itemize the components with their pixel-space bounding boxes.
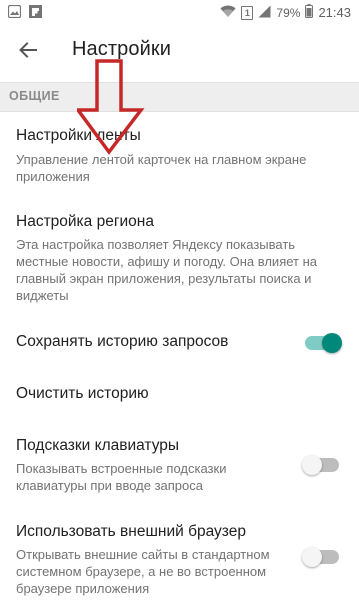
setting-clear-history-title: Очистить историю [16,385,149,402]
toggle-knob [302,547,322,567]
section-header-general: ОБЩИЕ [0,82,359,112]
setting-region-title: Настройка региона [16,213,154,230]
setting-external-browser-title: Использовать внешний браузер [16,523,246,540]
setting-external-browser-subtitle: Открывать внешние сайты в стандартном си… [16,547,270,596]
flipboard-icon [29,5,42,21]
setting-keyboard-suggestions-title: Подсказки клавиатуры [16,437,180,454]
battery-percent: 79% [276,5,301,20]
setting-clear-history[interactable]: Очистить историю [0,372,359,418]
setting-feed[interactable]: Настройки ленты Управление лентой карточ… [0,112,359,192]
setting-feed-subtitle: Управление лентой карточек на главном эк… [16,152,307,184]
image-notification-icon [7,4,22,21]
setting-save-history[interactable]: Сохранять историю запросов [0,318,359,368]
setting-save-history-title: Сохранять историю запросов [16,333,229,350]
setting-external-browser[interactable]: Использовать внешний браузер Открывать в… [0,512,359,600]
setting-keyboard-suggestions-subtitle: Показывать встроенные подсказки клавиату… [16,461,227,493]
back-button[interactable] [8,32,48,72]
toggle-knob [322,333,342,353]
clock: 21:43 [318,5,351,20]
battery-icon [305,4,314,21]
settings-screen: 1 79% 21:43 Настройки ОБЩИЕ Настройки ле… [0,0,359,600]
save-history-toggle[interactable] [305,333,342,353]
page-title: Настройки [72,38,171,60]
status-bar: 1 79% 21:43 [0,0,359,24]
setting-keyboard-suggestions[interactable]: Подсказки клавиатуры Показывать встроенн… [0,425,359,505]
toggle-knob [302,455,322,475]
keyboard-suggestions-toggle[interactable] [302,455,339,475]
section-header-label: ОБЩИЕ [9,89,60,103]
setting-region-subtitle: Эта настройка позволяет Яндексу показыва… [16,237,318,303]
app-bar: Настройки [0,24,359,80]
signal-icon [258,5,271,21]
wifi-icon [220,5,236,21]
arrow-back-icon [19,41,37,63]
setting-feed-title: Настройки ленты [16,127,141,144]
sim-badge: 1 [241,5,254,20]
external-browser-toggle[interactable] [302,547,339,567]
setting-region[interactable]: Настройка региона Эта настройка позволяе… [0,196,359,310]
